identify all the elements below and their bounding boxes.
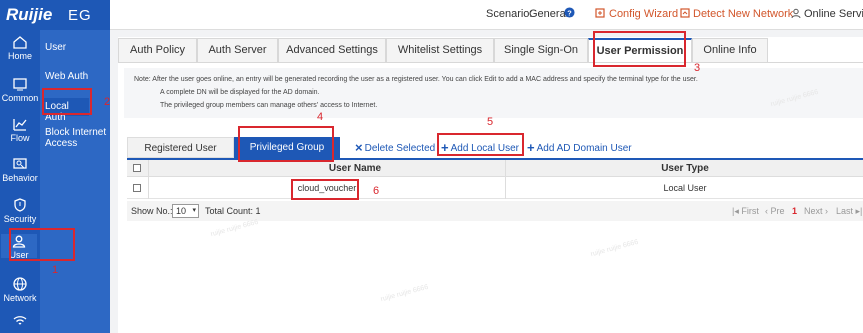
prev-label: Pre	[770, 206, 785, 216]
config-wizard-link[interactable]: Config Wizard	[609, 8, 678, 20]
product-name: EG	[68, 7, 92, 24]
nav-behavior-label: Behavior	[2, 173, 38, 183]
nav-flow-label: Flow	[10, 133, 30, 143]
nav-home-label: Home	[7, 51, 32, 61]
shield-icon	[14, 198, 26, 212]
network-icon	[13, 277, 27, 291]
annotation-box-cloud-voucher	[291, 179, 359, 200]
table-header	[127, 160, 863, 177]
header-user-name: User Name	[328, 163, 382, 174]
svg-text:?: ?	[567, 8, 572, 17]
page-size-select[interactable]: 10 ▾	[172, 204, 199, 218]
note-line-3: The privileged group members can manage …	[160, 102, 378, 109]
plus-icon: +	[527, 140, 535, 155]
tab-auth-policy[interactable]: Auth Policy	[118, 38, 197, 62]
nav-flow[interactable]: Flow	[0, 118, 40, 143]
total-count: Total Count: 1	[205, 206, 261, 216]
table-row[interactable]	[127, 177, 863, 199]
detect-network-icon[interactable]	[680, 8, 690, 21]
config-wizard-icon[interactable]	[595, 8, 605, 21]
common-icon	[13, 78, 27, 91]
last-label: Last	[836, 206, 854, 216]
column-divider	[505, 160, 506, 199]
last-page-button[interactable]: Last ▸|	[836, 206, 862, 217]
sub-nav: User Web Auth Local Auth Block Internet …	[40, 30, 110, 333]
tab-whitelist-settings[interactable]: Whitelist Settings	[386, 38, 494, 62]
subnav-block-internet[interactable]: Block Internet Access	[45, 127, 107, 149]
registered-user-tab[interactable]: Registered User	[127, 137, 234, 158]
home-icon	[13, 36, 27, 49]
subnav-web-auth[interactable]: Web Auth	[45, 71, 107, 82]
annotation-number-5: 5	[487, 116, 494, 128]
annotation-number-1: 1	[52, 264, 59, 276]
main-nav-rail: Home Common Flow Behavior Security User …	[0, 30, 40, 333]
tab-advanced-settings[interactable]: Advanced Settings	[278, 38, 386, 62]
brand-logo: Ruijie	[6, 5, 53, 24]
online-service-icon[interactable]	[791, 8, 801, 21]
scenario-value[interactable]: General	[529, 8, 568, 20]
page-size-value: 10	[176, 206, 187, 216]
nav-network-label: Network	[3, 293, 37, 303]
add-ad-domain-user-label: Add AD Domain User	[536, 143, 632, 154]
tab-underline	[118, 62, 863, 63]
delete-selected-button[interactable]: × Delete Selected	[355, 140, 435, 155]
header-user-type: User Type	[661, 163, 709, 174]
annotation-box-add-local-user	[437, 133, 524, 156]
annotation-number-2: 2	[104, 96, 111, 108]
show-no-label: Show No.:	[131, 206, 173, 216]
note-line-2: A complete DN will be displayed for the …	[160, 89, 320, 96]
delete-selected-label: Delete Selected	[364, 143, 436, 154]
nav-common[interactable]: Common	[0, 78, 40, 103]
next-label: Next	[804, 206, 823, 216]
chevron-down-icon: ▾	[192, 207, 196, 214]
annotation-box-local-auth	[42, 88, 92, 115]
nav-home[interactable]: Home	[0, 36, 40, 61]
annotation-number-4: 4	[317, 111, 324, 123]
first-label: First	[741, 206, 759, 216]
nav-network[interactable]: Network	[0, 277, 40, 303]
note-line-1: Note: After the user goes online, an ent…	[134, 76, 698, 83]
tab-single-sign-on[interactable]: Single Sign-On	[494, 38, 588, 62]
select-all-checkbox[interactable]	[133, 164, 141, 172]
subnav-user[interactable]: User	[45, 42, 107, 53]
online-service-link[interactable]: Online Service	[804, 8, 863, 20]
scenario-label: Scenario:	[486, 8, 533, 20]
nav-wifi[interactable]	[0, 316, 40, 328]
close-icon: ×	[355, 140, 363, 155]
wifi-icon	[13, 316, 27, 325]
annotation-box-user-permission	[593, 31, 686, 67]
next-page-button[interactable]: Next ›	[804, 206, 828, 216]
tab-online-info[interactable]: Online Info	[692, 38, 768, 62]
annotation-number-6: 6	[373, 185, 380, 197]
nav-security-label: Security	[3, 214, 37, 224]
current-page[interactable]: 1	[792, 206, 797, 216]
column-divider	[148, 160, 149, 199]
first-page-button[interactable]: |◂ First	[732, 206, 759, 217]
tab-auth-server[interactable]: Auth Server	[197, 38, 278, 62]
nav-common-label: Common	[1, 93, 39, 103]
prev-page-button[interactable]: ‹ Pre	[765, 206, 785, 216]
help-icon[interactable]: ?	[564, 7, 575, 21]
flow-icon	[13, 119, 27, 131]
cell-user-type: Local User	[663, 183, 707, 193]
detect-network-link[interactable]: Detect New Network	[693, 8, 793, 20]
add-ad-domain-user-button[interactable]: + Add AD Domain User	[527, 140, 632, 155]
annotation-box-user	[9, 228, 75, 261]
row-checkbox[interactable]	[133, 184, 141, 192]
annotation-box-privileged-group	[238, 126, 334, 162]
nav-security[interactable]: Security	[0, 198, 40, 224]
nav-behavior[interactable]: Behavior	[0, 158, 40, 183]
annotation-number-3: 3	[694, 62, 701, 74]
top-bar: Scenario: General ? Config Wizard Detect…	[110, 0, 863, 30]
behavior-icon	[13, 158, 27, 169]
note-box: Note: After the user goes online, an ent…	[124, 68, 863, 118]
